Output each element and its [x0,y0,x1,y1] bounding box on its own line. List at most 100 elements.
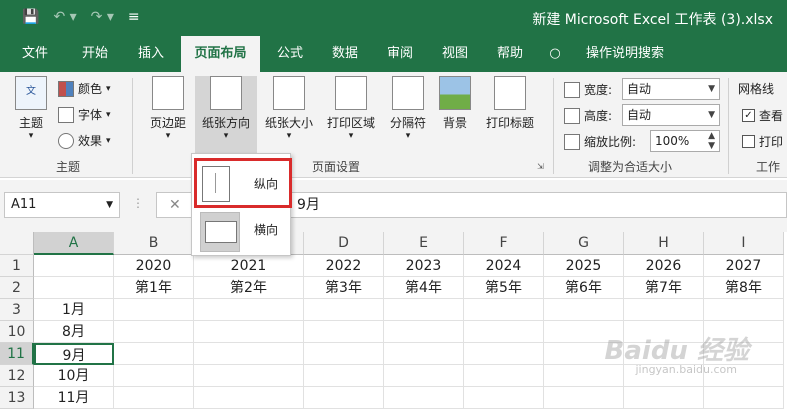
gridlines-view-row[interactable]: ✓ 查看 [742,107,783,124]
cell-a12[interactable]: 10月 [34,365,114,387]
cell-e13[interactable] [384,387,464,409]
cell-i3[interactable] [704,299,784,321]
cell-c2[interactable]: 第2年 [194,277,304,299]
cell-a11[interactable]: 9月 [34,343,114,365]
cell-c1[interactable]: 2021 [194,255,304,277]
cell-c13[interactable] [194,387,304,409]
cell-h2[interactable]: 第7年 [624,277,704,299]
tab-data[interactable]: 数据 [320,36,370,72]
row-header-11[interactable]: 11 [0,343,34,365]
row-header-12[interactable]: 12 [0,365,34,387]
cell-b2[interactable]: 第1年 [114,277,194,299]
tab-page-layout[interactable]: 页面布局 [181,36,260,72]
cell-d2[interactable]: 第3年 [304,277,384,299]
tab-review[interactable]: 审阅 [375,36,425,72]
gridlines-print-row[interactable]: 打印 [742,133,783,150]
customize-qat-icon[interactable]: ≡ [128,9,140,25]
landscape-option[interactable]: 横向 [196,208,288,252]
tab-home[interactable]: 开始 [70,36,120,72]
breaks-button[interactable]: 分隔符 ▾ [383,76,433,141]
cell-e12[interactable] [384,365,464,387]
tab-insert[interactable]: 插入 [126,36,176,72]
cancel-icon[interactable]: ✕ [169,193,181,217]
cell-d1[interactable]: 2022 [304,255,384,277]
cell-f11[interactable] [464,343,544,365]
cell-a1[interactable] [34,255,114,277]
cell-f13[interactable] [464,387,544,409]
cell-b11[interactable] [114,343,194,365]
undo-icon[interactable]: ↶ ▾ [53,9,76,25]
orientation-button[interactable]: 纸张方向 ▾ [195,76,257,158]
cell-a13[interactable]: 11月 [34,387,114,409]
cell-g2[interactable]: 第6年 [544,277,624,299]
row-header-1[interactable]: 1 [0,255,34,277]
column-header-e[interactable]: E [384,232,464,255]
column-header-d[interactable]: D [304,232,384,255]
cell-h3[interactable] [624,299,704,321]
cell-e1[interactable]: 2023 [384,255,464,277]
cell-c11[interactable] [194,343,304,365]
cell-g1[interactable]: 2025 [544,255,624,277]
size-button[interactable]: 纸张大小 ▾ [259,76,319,141]
column-header-f[interactable]: F [464,232,544,255]
cell-d11[interactable] [304,343,384,365]
cell-i1[interactable]: 2027 [704,255,784,277]
print-titles-button[interactable]: 打印标题 [478,76,542,131]
cell-i13[interactable] [704,387,784,409]
cell-h13[interactable] [624,387,704,409]
cell-i2[interactable]: 第8年 [704,277,784,299]
cell-e3[interactable] [384,299,464,321]
themes-button[interactable]: 文 主题 ▾ [8,76,54,141]
effects-button[interactable]: 效果 ▾ [58,132,111,149]
cell-e2[interactable]: 第4年 [384,277,464,299]
dialog-launcher-icon[interactable]: ⇲ [537,162,544,171]
cell-b13[interactable] [114,387,194,409]
cell-a10[interactable]: 8月 [34,321,114,343]
cell-d3[interactable] [304,299,384,321]
save-icon[interactable]: 💾 [22,9,39,25]
cell-a3[interactable]: 1月 [34,299,114,321]
cell-b12[interactable] [114,365,194,387]
select-all-corner[interactable] [0,232,34,255]
column-header-b[interactable]: B [114,232,194,255]
cell-g13[interactable] [544,387,624,409]
margins-button[interactable]: 页边距 ▾ [142,76,194,141]
cell-g3[interactable] [544,299,624,321]
cell-c12[interactable] [194,365,304,387]
cell-f12[interactable] [464,365,544,387]
cell-b1[interactable]: 2020 [114,255,194,277]
cell-f10[interactable] [464,321,544,343]
cell-a2[interactable] [34,277,114,299]
cell-d10[interactable] [304,321,384,343]
row-header-13[interactable]: 13 [0,387,34,409]
tab-formulas[interactable]: 公式 [265,36,315,72]
scale-spinner[interactable]: 100% ▲ ▼ [650,130,720,152]
cell-f3[interactable] [464,299,544,321]
column-header-g[interactable]: G [544,232,624,255]
column-header-a[interactable]: A [34,232,114,255]
cell-c3[interactable] [194,299,304,321]
cell-b3[interactable] [114,299,194,321]
gridlines-view-checkbox[interactable]: ✓ [742,109,755,122]
fonts-button[interactable]: 字体 ▾ [58,106,111,123]
tab-help[interactable]: 帮助 [485,36,535,72]
print-area-button[interactable]: 打印区域 ▾ [321,76,381,141]
height-select[interactable]: 自动 ▼ [622,104,720,126]
cell-g12[interactable] [544,365,624,387]
tab-view[interactable]: 视图 [430,36,480,72]
cell-h1[interactable]: 2026 [624,255,704,277]
gridlines-print-checkbox[interactable] [742,135,755,148]
column-header-h[interactable]: H [624,232,704,255]
background-button[interactable]: 背景 [436,76,474,131]
cell-e11[interactable] [384,343,464,365]
cell-c10[interactable] [194,321,304,343]
row-header-2[interactable]: 2 [0,277,34,299]
cell-f1[interactable]: 2024 [464,255,544,277]
width-select[interactable]: 自动 ▼ [622,78,720,100]
tab-file[interactable]: 文件 [10,36,60,72]
redo-icon[interactable]: ↷ ▾ [91,9,114,25]
row-header-10[interactable]: 10 [0,321,34,343]
cell-e10[interactable] [384,321,464,343]
tell-me-search[interactable]: 操作说明搜索 [575,36,675,72]
name-box[interactable]: A11 ▼ [4,192,120,218]
